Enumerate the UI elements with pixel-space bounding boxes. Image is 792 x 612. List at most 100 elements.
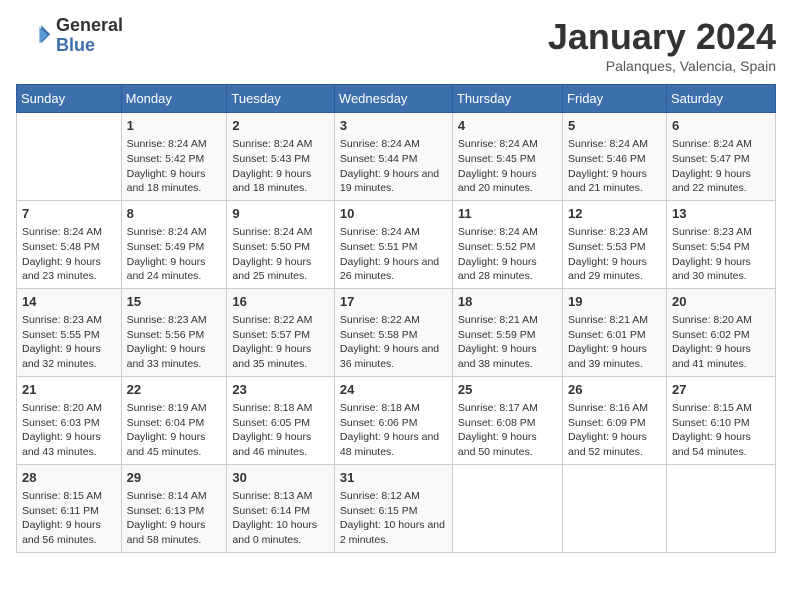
sunrise-text: Sunrise: 8:24 AM [672,138,752,150]
cell-content: Sunrise: 8:24 AM Sunset: 5:44 PM Dayligh… [340,137,447,196]
sunrise-text: Sunrise: 8:14 AM [127,490,207,502]
calendar-cell [452,464,562,552]
sunrise-text: Sunrise: 8:24 AM [127,138,207,150]
sunrise-text: Sunrise: 8:24 AM [340,138,420,150]
sunrise-text: Sunrise: 8:21 AM [568,314,648,326]
sunrise-text: Sunrise: 8:22 AM [232,314,312,326]
daylight-text: Daylight: 9 hours and 58 minutes. [127,519,206,546]
day-number: 3 [340,117,447,135]
calendar-cell: 20 Sunrise: 8:20 AM Sunset: 6:02 PM Dayl… [666,288,775,376]
day-number: 7 [22,205,116,223]
sunrise-text: Sunrise: 8:22 AM [340,314,420,326]
cell-content: Sunrise: 8:23 AM Sunset: 5:55 PM Dayligh… [22,313,116,372]
cell-content: Sunrise: 8:22 AM Sunset: 5:57 PM Dayligh… [232,313,329,372]
daylight-text: Daylight: 10 hours and 2 minutes. [340,519,445,546]
sunrise-text: Sunrise: 8:24 AM [232,226,312,238]
calendar-week-row: 7 Sunrise: 8:24 AM Sunset: 5:48 PM Dayli… [17,200,776,288]
daylight-text: Daylight: 9 hours and 23 minutes. [22,256,101,283]
sunrise-text: Sunrise: 8:15 AM [672,402,752,414]
day-number: 15 [127,293,222,311]
calendar-week-row: 1 Sunrise: 8:24 AM Sunset: 5:42 PM Dayli… [17,113,776,201]
daylight-text: Daylight: 9 hours and 56 minutes. [22,519,101,546]
calendar-cell [666,464,775,552]
day-number: 4 [458,117,557,135]
calendar-cell: 10 Sunrise: 8:24 AM Sunset: 5:51 PM Dayl… [334,200,452,288]
sunrise-text: Sunrise: 8:17 AM [458,402,538,414]
calendar-subtitle: Palanques, Valencia, Spain [548,58,776,74]
calendar-cell: 7 Sunrise: 8:24 AM Sunset: 5:48 PM Dayli… [17,200,122,288]
daylight-text: Daylight: 9 hours and 26 minutes. [340,256,439,283]
calendar-cell: 16 Sunrise: 8:22 AM Sunset: 5:57 PM Dayl… [227,288,335,376]
sunset-text: Sunset: 5:51 PM [340,241,418,253]
sunset-text: Sunset: 5:45 PM [458,153,536,165]
calendar-cell: 17 Sunrise: 8:22 AM Sunset: 5:58 PM Dayl… [334,288,452,376]
day-number: 8 [127,205,222,223]
cell-content: Sunrise: 8:22 AM Sunset: 5:58 PM Dayligh… [340,313,447,372]
cell-content: Sunrise: 8:24 AM Sunset: 5:51 PM Dayligh… [340,225,447,284]
weekday-header: Thursday [452,85,562,113]
cell-content: Sunrise: 8:20 AM Sunset: 6:03 PM Dayligh… [22,401,116,460]
calendar-cell: 3 Sunrise: 8:24 AM Sunset: 5:44 PM Dayli… [334,113,452,201]
cell-content: Sunrise: 8:19 AM Sunset: 6:04 PM Dayligh… [127,401,222,460]
daylight-text: Daylight: 9 hours and 24 minutes. [127,256,206,283]
day-number: 12 [568,205,661,223]
day-number: 24 [340,381,447,399]
daylight-text: Daylight: 9 hours and 18 minutes. [127,168,206,195]
page-header: General Blue January 2024 Palanques, Val… [16,16,776,74]
calendar-cell: 5 Sunrise: 8:24 AM Sunset: 5:46 PM Dayli… [563,113,667,201]
sunset-text: Sunset: 6:11 PM [22,505,99,517]
calendar-cell [17,113,122,201]
day-number: 20 [672,293,770,311]
cell-content: Sunrise: 8:13 AM Sunset: 6:14 PM Dayligh… [232,489,329,548]
cell-content: Sunrise: 8:21 AM Sunset: 5:59 PM Dayligh… [458,313,557,372]
day-number: 16 [232,293,329,311]
sunset-text: Sunset: 6:10 PM [672,417,750,429]
day-number: 27 [672,381,770,399]
calendar-table: SundayMondayTuesdayWednesdayThursdayFrid… [16,84,776,553]
daylight-text: Daylight: 9 hours and 52 minutes. [568,431,647,458]
calendar-cell [563,464,667,552]
sunset-text: Sunset: 6:14 PM [232,505,310,517]
daylight-text: Daylight: 9 hours and 39 minutes. [568,343,647,370]
sunset-text: Sunset: 6:15 PM [340,505,418,517]
sunset-text: Sunset: 5:59 PM [458,329,536,341]
calendar-week-row: 14 Sunrise: 8:23 AM Sunset: 5:55 PM Dayl… [17,288,776,376]
sunrise-text: Sunrise: 8:24 AM [232,138,312,150]
daylight-text: Daylight: 9 hours and 22 minutes. [672,168,751,195]
weekday-header: Wednesday [334,85,452,113]
calendar-cell: 25 Sunrise: 8:17 AM Sunset: 6:08 PM Dayl… [452,376,562,464]
logo: General Blue [16,16,123,56]
sunset-text: Sunset: 5:54 PM [672,241,750,253]
sunset-text: Sunset: 5:55 PM [22,329,100,341]
daylight-text: Daylight: 9 hours and 38 minutes. [458,343,537,370]
sunset-text: Sunset: 5:50 PM [232,241,310,253]
calendar-cell: 22 Sunrise: 8:19 AM Sunset: 6:04 PM Dayl… [121,376,227,464]
calendar-cell: 12 Sunrise: 8:23 AM Sunset: 5:53 PM Dayl… [563,200,667,288]
sunset-text: Sunset: 5:44 PM [340,153,418,165]
sunrise-text: Sunrise: 8:18 AM [340,402,420,414]
sunrise-text: Sunrise: 8:24 AM [127,226,207,238]
calendar-cell: 28 Sunrise: 8:15 AM Sunset: 6:11 PM Dayl… [17,464,122,552]
cell-content: Sunrise: 8:23 AM Sunset: 5:53 PM Dayligh… [568,225,661,284]
sunrise-text: Sunrise: 8:20 AM [672,314,752,326]
cell-content: Sunrise: 8:12 AM Sunset: 6:15 PM Dayligh… [340,489,447,548]
sunrise-text: Sunrise: 8:12 AM [340,490,420,502]
calendar-cell: 23 Sunrise: 8:18 AM Sunset: 6:05 PM Dayl… [227,376,335,464]
sunrise-text: Sunrise: 8:19 AM [127,402,207,414]
sunrise-text: Sunrise: 8:20 AM [22,402,102,414]
cell-content: Sunrise: 8:23 AM Sunset: 5:56 PM Dayligh… [127,313,222,372]
cell-content: Sunrise: 8:24 AM Sunset: 5:43 PM Dayligh… [232,137,329,196]
day-number: 10 [340,205,447,223]
day-number: 17 [340,293,447,311]
daylight-text: Daylight: 9 hours and 48 minutes. [340,431,439,458]
daylight-text: Daylight: 9 hours and 21 minutes. [568,168,647,195]
cell-content: Sunrise: 8:14 AM Sunset: 6:13 PM Dayligh… [127,489,222,548]
sunset-text: Sunset: 6:06 PM [340,417,418,429]
sunset-text: Sunset: 5:46 PM [568,153,646,165]
day-number: 19 [568,293,661,311]
cell-content: Sunrise: 8:18 AM Sunset: 6:05 PM Dayligh… [232,401,329,460]
logo-icon [16,18,52,54]
day-number: 11 [458,205,557,223]
sunrise-text: Sunrise: 8:24 AM [458,138,538,150]
cell-content: Sunrise: 8:23 AM Sunset: 5:54 PM Dayligh… [672,225,770,284]
